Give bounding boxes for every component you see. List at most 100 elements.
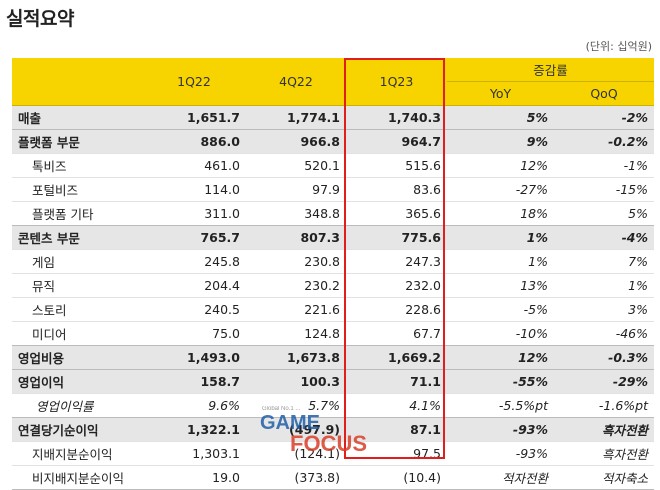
row-label: 톡비즈 — [12, 153, 142, 178]
value-qoq: -15% — [554, 177, 655, 202]
value-4q22: (497.9) — [246, 417, 346, 442]
value-yoy: 적자전환 — [447, 465, 554, 490]
value-qoq: 1% — [554, 273, 655, 298]
table-row: 톡비즈 461.0 520.1 515.6 12% -1% — [12, 153, 655, 178]
value-yoy: 13% — [447, 273, 554, 298]
value-1q22: 1,493.0 — [142, 345, 246, 370]
row-label: 뮤직 — [12, 273, 142, 298]
value-1q23: 365.6 — [346, 201, 447, 226]
value-1q22: 158.7 — [142, 369, 246, 394]
row-label: 지배지분순이익 — [12, 441, 142, 466]
value-4q22: 97.9 — [246, 177, 346, 202]
value-1q22: 245.8 — [142, 249, 246, 274]
row-label: 연결당기순이익 — [12, 417, 142, 442]
value-qoq: 3% — [554, 297, 655, 322]
value-qoq: 5% — [554, 201, 655, 226]
value-qoq: -0.3% — [554, 345, 655, 370]
value-1q23: 228.6 — [346, 297, 447, 322]
table-row: 연결당기순이익 1,322.1 (497.9) 87.1 -93% 흑자전환 — [12, 417, 655, 442]
table-body: 매출 1,651.7 1,774.1 1,740.3 5% -2% 플랫폼 부문 886.0 9… — [12, 105, 655, 490]
value-1q22: 19.0 — [142, 465, 246, 490]
value-1q22: 9.6% — [142, 393, 246, 418]
value-1q23: 1,740.3 — [346, 105, 447, 130]
value-1q23: (10.4) — [346, 465, 447, 490]
value-yoy: 1% — [447, 225, 554, 250]
row-label: 플랫폼 기타 — [12, 201, 142, 226]
row-label: 영업비용 — [12, 345, 142, 370]
table-row: 영업이익률 9.6% 5.7% 4.1% -5.5%pt -1.6%pt — [12, 393, 655, 418]
table-row: 게임 245.8 230.8 247.3 1% 7% — [12, 249, 655, 274]
value-yoy: 9% — [447, 129, 554, 154]
value-qoq: -2% — [554, 105, 655, 130]
value-1q23: 232.0 — [346, 273, 447, 298]
value-yoy: 12% — [447, 153, 554, 178]
header-row: 1Q22 4Q22 1Q23 증감률 — [12, 58, 655, 106]
table-row: 플랫폼 기타 311.0 348.8 365.6 18% 5% — [12, 201, 655, 226]
earnings-summary-table: 1Q22 4Q22 1Q23 증감률 YoY QoQ 매출 1,651.7 1,77… — [12, 58, 655, 490]
header-quarter-1: 1Q22 — [142, 58, 246, 106]
value-qoq: 7% — [554, 249, 655, 274]
value-yoy: -10% — [447, 321, 554, 346]
table-row: 뮤직 204.4 230.2 232.0 13% 1% — [12, 273, 655, 298]
value-yoy: -55% — [447, 369, 554, 394]
value-4q22: 520.1 — [246, 153, 346, 178]
header-quarter-2: 4Q22 — [246, 58, 346, 106]
value-1q22: 765.7 — [142, 225, 246, 250]
value-qoq: -0.2% — [554, 129, 655, 154]
value-yoy: -93% — [447, 441, 554, 466]
value-yoy: 1% — [447, 249, 554, 274]
value-1q22: 240.5 — [142, 297, 246, 322]
value-4q22: 5.7% — [246, 393, 346, 418]
value-yoy: 18% — [447, 201, 554, 226]
value-4q22: 966.8 — [246, 129, 346, 154]
value-1q22: 204.4 — [142, 273, 246, 298]
value-1q23: 67.7 — [346, 321, 447, 346]
value-4q22: 221.6 — [246, 297, 346, 322]
header-yoy: YoY — [447, 81, 554, 106]
row-label: 영업이익률 — [12, 393, 142, 418]
row-label: 플랫폼 부문 — [12, 129, 142, 154]
value-4q22: 100.3 — [246, 369, 346, 394]
value-1q22: 461.0 — [142, 153, 246, 178]
row-label: 스토리 — [12, 297, 142, 322]
value-qoq: 흑자전환 — [554, 417, 655, 442]
value-4q22: 1,673.8 — [246, 345, 346, 370]
value-1q23: 87.1 — [346, 417, 447, 442]
table-row: 지배지분순이익 1,303.1 (124.1) 97.5 -93% 흑자전환 — [12, 441, 655, 466]
value-1q23: 97.5 — [346, 441, 447, 466]
value-1q22: 114.0 — [142, 177, 246, 202]
value-1q22: 1,303.1 — [142, 441, 246, 466]
value-qoq: 적자축소 — [554, 465, 655, 490]
value-1q22: 1,322.1 — [142, 417, 246, 442]
header-corner — [12, 58, 142, 106]
value-4q22: 230.2 — [246, 273, 346, 298]
value-1q23: 515.6 — [346, 153, 447, 178]
value-yoy: 5% — [447, 105, 554, 130]
value-yoy: -5% — [447, 297, 554, 322]
row-label: 콘텐츠 부문 — [12, 225, 142, 250]
value-1q23: 83.6 — [346, 177, 447, 202]
page-title: 실적요약 — [6, 8, 74, 30]
header-change-group: 증감률 — [447, 58, 655, 82]
value-4q22: 807.3 — [246, 225, 346, 250]
value-1q23: 1,669.2 — [346, 345, 447, 370]
value-1q22: 311.0 — [142, 201, 246, 226]
value-qoq: -1.6%pt — [554, 393, 655, 418]
header-quarter-3: 1Q23 — [346, 58, 447, 106]
table-row: 영업비용 1,493.0 1,673.8 1,669.2 12% -0.3% — [12, 345, 655, 370]
value-qoq: -1% — [554, 153, 655, 178]
value-1q22: 1,651.7 — [142, 105, 246, 130]
value-yoy: -93% — [447, 417, 554, 442]
unit-note: (단위: 십억원) — [585, 40, 652, 53]
table-row: 비지배지분순이익 19.0 (373.8) (10.4) 적자전환 적자축소 — [12, 465, 655, 490]
row-label: 포털비즈 — [12, 177, 142, 202]
value-4q22: 1,774.1 — [246, 105, 346, 130]
value-qoq: -4% — [554, 225, 655, 250]
value-yoy: -5.5%pt — [447, 393, 554, 418]
header-qoq: QoQ — [554, 81, 655, 106]
value-4q22: 230.8 — [246, 249, 346, 274]
value-4q22: (373.8) — [246, 465, 346, 490]
row-label: 게임 — [12, 249, 142, 274]
value-qoq: 흑자전환 — [554, 441, 655, 466]
value-1q23: 775.6 — [346, 225, 447, 250]
